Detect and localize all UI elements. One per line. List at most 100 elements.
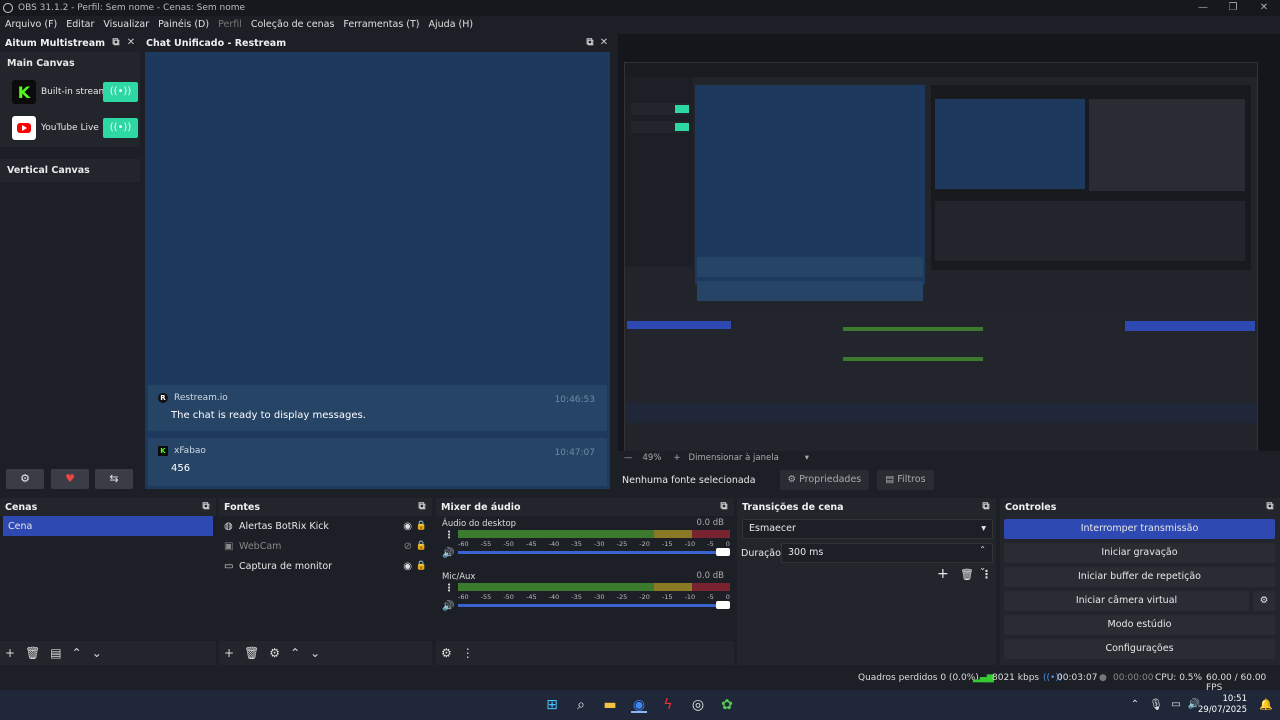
float-dock-icon[interactable]: ⧉ xyxy=(584,37,596,49)
scene-item[interactable]: Cena xyxy=(3,516,213,536)
folder-icon[interactable]: ▬ xyxy=(602,697,618,713)
main-canvas-label: Main Canvas xyxy=(0,52,140,75)
zoom-in-button[interactable]: + xyxy=(673,453,680,463)
donate-heart-button[interactable]: ♥ xyxy=(51,469,89,489)
studio-mode-button[interactable]: Modo estúdio xyxy=(1004,615,1275,635)
chevron-up-icon[interactable]: ⌃ xyxy=(1127,697,1143,713)
filter-icon[interactable]: ▤ xyxy=(50,646,61,660)
add-icon[interactable]: + xyxy=(937,566,949,582)
gear-icon[interactable]: ⚙ xyxy=(269,646,280,660)
close-dock-icon[interactable]: ✕ xyxy=(125,37,137,49)
target-builtin-stream: K Built-in stream ((•)) xyxy=(0,75,140,109)
advanced-audio-icon[interactable]: ⚙ xyxy=(441,646,452,660)
taskbar-clock[interactable]: 10:51 29/07/2025 xyxy=(1198,694,1247,716)
float-dock-icon[interactable]: ⧉ xyxy=(110,37,122,49)
chrome-icon[interactable]: ◉ xyxy=(631,697,647,713)
lock-icon[interactable]: 🔒 xyxy=(416,521,427,531)
chevron-down-icon[interactable]: ▾ xyxy=(805,453,809,463)
filters-button[interactable]: ▤ Filtros xyxy=(877,470,934,490)
search-icon[interactable]: ⌕ xyxy=(573,697,589,713)
stop-streaming-button[interactable]: Interromper transmissão xyxy=(1004,519,1275,539)
virtual-camera-settings-button[interactable]: ⚙ xyxy=(1253,591,1275,611)
duration-spinbox[interactable]: 300 ms ⌃ ⌄ xyxy=(781,543,993,572)
maximize-button[interactable]: ❐ xyxy=(1218,0,1248,16)
trash-icon[interactable]: 🗑 xyxy=(960,568,974,581)
message-text: 456 xyxy=(171,463,191,474)
trash-icon[interactable]: 🗑 xyxy=(25,646,40,660)
chevron-up-icon[interactable]: ⌃ xyxy=(72,646,82,660)
chevron-down-icon[interactable]: ⌄ xyxy=(92,646,102,660)
speaker-icon[interactable]: 🔊 xyxy=(442,601,454,612)
eye-hidden-icon[interactable]: ⊘ xyxy=(404,541,412,552)
trash-icon[interactable]: 🗑 xyxy=(244,646,259,660)
start-virtual-camera-button[interactable]: Iniciar câmera virtual xyxy=(1004,591,1249,611)
source-item[interactable]: ▭ Captura de monitor ◉ 🔒 xyxy=(219,556,432,576)
youtube-icon xyxy=(12,116,36,140)
volume-slider-handle[interactable] xyxy=(716,601,730,609)
chevron-up-icon[interactable]: ⌃ xyxy=(290,646,300,660)
speaker-icon[interactable]: 🔊 xyxy=(442,548,454,559)
fit-window-select[interactable]: Dimensionar à janela xyxy=(689,453,779,463)
menu-ferramentas[interactable]: Ferramentas (T) xyxy=(343,19,419,30)
notification-icon[interactable]: 🔔 xyxy=(1258,697,1274,713)
app-icon-green[interactable]: ✿ xyxy=(719,697,735,713)
lock-icon[interactable]: 🔒 xyxy=(416,561,427,571)
add-icon[interactable]: + xyxy=(224,646,234,660)
transition-select[interactable]: Esmaecer ▾ xyxy=(742,519,993,539)
volume-slider[interactable] xyxy=(458,548,730,556)
gear-icon: ⚙ xyxy=(787,474,797,485)
microphone-icon[interactable]: 🎙 xyxy=(1148,697,1164,713)
menu-arquivo[interactable]: Arquivo (F) xyxy=(5,19,57,30)
settings-button[interactable]: Configurações xyxy=(1004,639,1275,659)
float-dock-icon[interactable]: ⧉ xyxy=(416,501,428,513)
volume-slider-handle[interactable] xyxy=(716,548,730,556)
help-button[interactable]: ⇆ xyxy=(95,469,133,489)
float-dock-icon[interactable]: ⧉ xyxy=(200,501,212,513)
close-dock-icon[interactable]: ✕ xyxy=(598,37,610,49)
bitrate: 8021 kbps xyxy=(992,673,1040,683)
settings-button[interactable]: ⚙ xyxy=(6,469,44,489)
message-time: 10:47:07 xyxy=(554,448,595,458)
menu-editar[interactable]: Editar xyxy=(66,19,94,30)
filter-icon: ▤ xyxy=(885,474,895,485)
obs-icon[interactable]: ◎ xyxy=(690,697,706,713)
stream-toggle-button[interactable]: ((•)) xyxy=(103,82,138,102)
start-recording-button[interactable]: Iniciar gravação xyxy=(1004,543,1275,563)
menu-visualizar[interactable]: Visualizar xyxy=(103,19,149,30)
windows-taskbar: ⊞ ⌕ ▬ ◉ ϟ ◎ ✿ ⌃ 🎙 ▭ 🔊 10:51 29/07/2025 🔔 xyxy=(0,690,1280,720)
minimize-button[interactable]: — xyxy=(1188,0,1218,16)
menu-colecao-cenas[interactable]: Coleção de cenas xyxy=(251,19,335,30)
volume-meter xyxy=(458,530,730,538)
more-options-icon[interactable]: ⋮ xyxy=(444,583,454,594)
volume-slider[interactable] xyxy=(458,601,730,609)
app-icon[interactable]: ϟ xyxy=(660,697,676,713)
add-icon[interactable]: + xyxy=(5,646,15,660)
camera-icon: ▣ xyxy=(224,540,234,552)
cpu-usage: CPU: 0.5% xyxy=(1155,673,1203,683)
more-options-icon[interactable]: ⋮ xyxy=(981,568,992,581)
stream-toggle-button[interactable]: ((•)) xyxy=(103,118,138,138)
source-item[interactable]: ▣ WebCam ⊘ 🔒 xyxy=(219,536,432,556)
chevron-down-icon[interactable]: ⌄ xyxy=(310,646,320,660)
menu-paineis[interactable]: Painéis (D) xyxy=(158,19,209,30)
eye-icon[interactable]: ◉ xyxy=(403,521,412,532)
menu-ajuda[interactable]: Ajuda (H) xyxy=(429,19,474,30)
properties-button[interactable]: ⚙ Propriedades xyxy=(779,470,870,490)
more-options-icon[interactable]: ⋮ xyxy=(444,530,454,541)
close-window-button[interactable]: ✕ xyxy=(1249,0,1279,16)
start-replay-buffer-button[interactable]: Iniciar buffer de repetição xyxy=(1004,567,1275,587)
audio-channel-mic: Mic/Aux 0.0 dB ⋮ -60 -55 -50 -45 -40 -35 -30 -2… xyxy=(442,571,730,612)
preview-canvas[interactable] xyxy=(618,34,1280,454)
stream-time: 00:03:07 xyxy=(1057,673,1098,683)
eye-icon[interactable]: ◉ xyxy=(403,561,412,572)
source-item[interactable]: ◍ Alertas BotRix Kick ◉ 🔒 xyxy=(219,516,432,536)
more-options-icon[interactable]: ⋮ xyxy=(462,646,474,660)
lock-icon[interactable]: 🔒 xyxy=(416,541,427,551)
float-dock-icon[interactable]: ⧉ xyxy=(1264,501,1276,513)
menu-perfil[interactable]: Perfil xyxy=(218,19,242,30)
zoom-out-button[interactable]: — xyxy=(624,453,633,463)
float-dock-icon[interactable]: ⧉ xyxy=(980,501,992,513)
float-dock-icon[interactable]: ⧉ xyxy=(718,501,730,513)
network-icon[interactable]: ▭ xyxy=(1168,697,1184,713)
windows-start-icon[interactable]: ⊞ xyxy=(544,697,560,713)
